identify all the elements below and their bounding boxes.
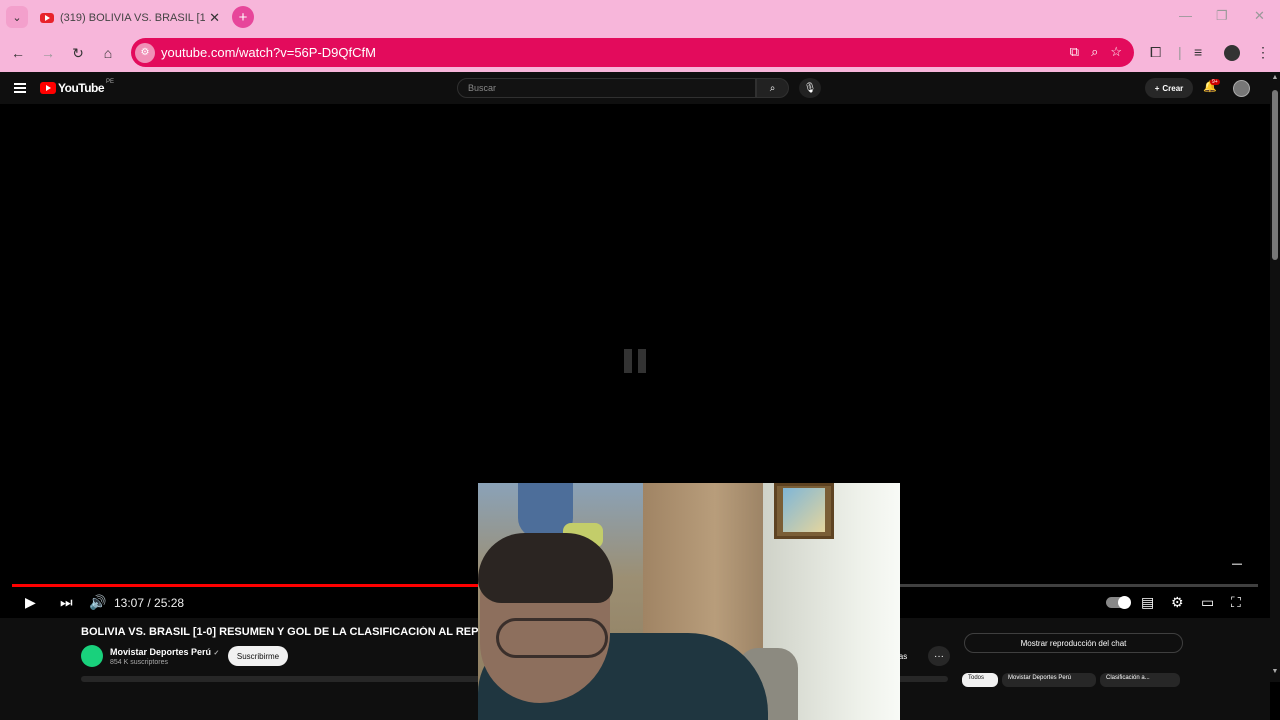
reload-icon[interactable]: ↻ (68, 43, 88, 63)
browser-tab-bar: ⌄ (319) BOLIVIA VS. BRASIL [1-0] RESUMEN… (0, 0, 1280, 34)
media-controls-icon[interactable]: ≡ (1194, 44, 1202, 60)
fullscreen-icon[interactable]: ⛶ (1231, 594, 1241, 611)
address-bar[interactable]: ⚙ youtube.com/watch?v=56P-D9QfCfM ⧉ ⌕ ☆ (131, 38, 1134, 67)
channel-avatar[interactable] (81, 645, 103, 667)
tab-title: (319) BOLIVIA VS. BRASIL [1-0] RESUMEN Y… (60, 12, 206, 24)
hamburger-menu-icon[interactable] (14, 83, 26, 93)
browser-tab[interactable]: (319) BOLIVIA VS. BRASIL [1-0] RESUMEN Y… (32, 4, 228, 32)
plus-icon: + (1154, 83, 1160, 93)
zoom-icon[interactable]: ⌕ (1091, 44, 1098, 60)
microphone-icon[interactable]: 🎙 (799, 78, 821, 98)
pause-overlay-icon (624, 349, 646, 373)
webcam-picture-frame (774, 483, 834, 539)
browser-menu-icon[interactable]: ⋮ (1256, 44, 1270, 61)
more-actions-button[interactable]: ··· (928, 646, 950, 666)
search-icon[interactable]: ⌕ (756, 78, 789, 98)
youtube-play-logo-icon (40, 82, 56, 94)
chip-channel[interactable]: Movistar Deportes Perú (1002, 673, 1096, 687)
window-close-icon[interactable]: ✕ (1254, 8, 1265, 24)
extensions-icon[interactable]: ⧠ (1150, 44, 1161, 61)
site-info-icon[interactable]: ⚙ (135, 42, 155, 63)
maximize-icon[interactable]: ❐ (1216, 8, 1228, 24)
scroll-up-arrow-icon[interactable]: ▲ (1270, 74, 1280, 81)
url-text[interactable]: youtube.com/watch?v=56P-D9QfCfM (161, 45, 376, 60)
settings-gear-icon[interactable]: ⚙ (1171, 594, 1184, 611)
play-icon[interactable]: ▶ (25, 594, 36, 611)
scrollbar-thumb[interactable] (1272, 90, 1278, 260)
install-app-icon[interactable]: ⧉ (1070, 44, 1079, 60)
home-icon[interactable]: ⌂ (98, 43, 118, 63)
browser-toolbar: ← → ↻ ⌂ ⚙ youtube.com/watch?v=56P-D9QfCf… (0, 34, 1280, 72)
subscriber-count: 854 K suscriptores (110, 659, 168, 666)
theater-mode-icon[interactable]: ▭ (1201, 594, 1214, 611)
chip-topic[interactable]: Clasificación a... (1100, 673, 1180, 687)
account-avatar[interactable] (1233, 80, 1250, 97)
scroll-down-arrow-icon[interactable]: ▼ (1270, 668, 1280, 675)
back-arrow-icon[interactable]: ← (8, 43, 28, 63)
webcam-person-glasses (496, 618, 608, 658)
tab-search-button[interactable]: ⌄ (6, 6, 28, 28)
volume-icon[interactable]: 🔊 (89, 594, 106, 611)
bookmark-star-icon[interactable]: ☆ (1110, 44, 1122, 60)
video-title: BOLIVIA VS. BRASIL [1-0] RESUMEN Y GOL D… (81, 626, 481, 638)
toolbar-divider: | (1178, 44, 1182, 60)
subtitles-icon[interactable]: ▤ (1141, 594, 1154, 611)
verified-badge-icon: ✓ (213, 650, 220, 657)
minimize-icon[interactable]: — (1179, 8, 1192, 23)
youtube-logo[interactable]: YouTube PE (40, 79, 115, 95)
create-label: Crear (1162, 83, 1184, 93)
tab-close-icon[interactable]: ✕ (209, 10, 220, 26)
chevron-down-icon: ⌄ (12, 11, 22, 24)
channel-name[interactable]: Movistar Deportes Perú ✓ (110, 647, 219, 657)
webcam-overlay (478, 483, 900, 720)
subscribe-button[interactable]: Suscribirme (228, 646, 288, 666)
next-icon[interactable]: ⏭ (60, 594, 73, 611)
chip-all[interactable]: Todos (962, 673, 998, 687)
youtube-wordmark: YouTube (58, 81, 105, 95)
youtube-favicon-icon (40, 13, 54, 23)
webcam-person-hair (478, 533, 613, 603)
create-button[interactable]: + Crear (1145, 78, 1193, 98)
broadcaster-watermark: ▬▬ (1232, 561, 1242, 567)
new-tab-button[interactable]: + (232, 6, 254, 28)
forward-arrow-icon[interactable]: → (38, 43, 58, 63)
time-display: 13:07 / 25:28 (114, 596, 185, 610)
notification-badge: 9+ (1210, 79, 1220, 85)
show-chat-replay-button[interactable]: Mostrar reproducción del chat (964, 633, 1183, 653)
autoplay-toggle[interactable] (1106, 596, 1131, 609)
channel-name-text[interactable]: Movistar Deportes Perú (110, 647, 211, 657)
profile-icon[interactable] (1224, 45, 1240, 64)
search-input[interactable]: Buscar (457, 78, 756, 98)
country-code: PE (106, 79, 115, 85)
